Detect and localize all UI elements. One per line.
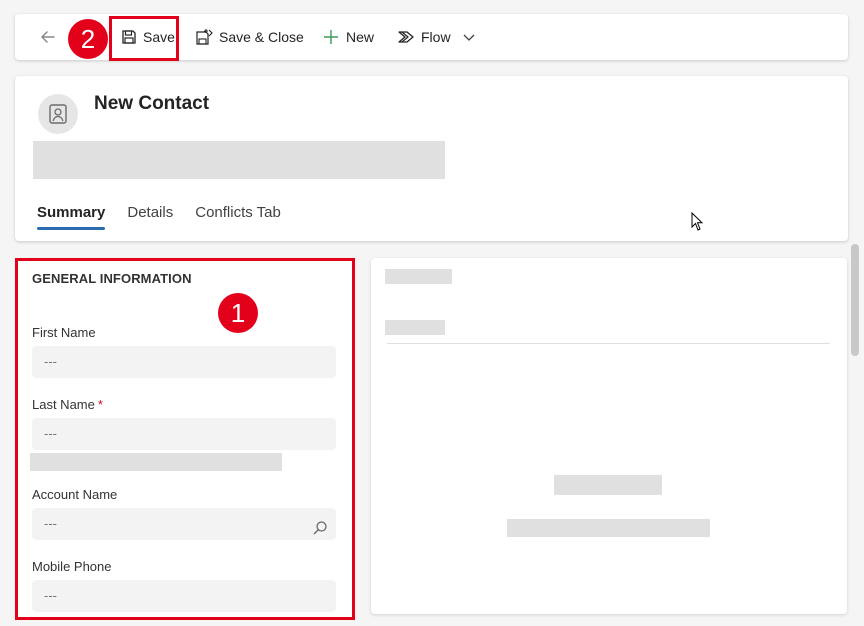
- last-name-label-text: Last Name: [32, 397, 95, 412]
- last-name-value: ---: [44, 426, 57, 441]
- annotation-badge-2: 2: [68, 19, 108, 59]
- lookup-search-button[interactable]: [312, 516, 328, 548]
- flow-icon: [398, 31, 414, 43]
- first-name-label: First Name: [32, 325, 96, 340]
- last-name-field[interactable]: ---: [32, 418, 336, 450]
- skeleton-block: [554, 475, 662, 495]
- account-name-label: Account Name: [32, 487, 118, 502]
- first-name-field[interactable]: ---: [32, 346, 336, 378]
- form-skeleton-placeholder: [30, 453, 282, 471]
- annotation-badge-1: 1: [218, 293, 258, 333]
- first-name-value: ---: [44, 354, 57, 369]
- mobile-phone-field[interactable]: ---: [32, 580, 336, 612]
- save-highlight-box: [109, 16, 179, 61]
- skeleton-line: [385, 269, 452, 284]
- badge-1-number: 1: [230, 297, 246, 328]
- header-skeleton-placeholder: [33, 141, 445, 179]
- arrow-left-icon: [40, 31, 55, 43]
- required-marker: *: [97, 397, 103, 412]
- flow-button[interactable]: Flow: [397, 25, 451, 49]
- save-and-close-button[interactable]: Save & Close: [195, 25, 304, 49]
- vertical-scrollbar[interactable]: [851, 244, 859, 356]
- back-button[interactable]: [39, 28, 57, 46]
- tab-list: Summary Details Conflicts Tab: [37, 204, 303, 230]
- tab-details[interactable]: Details: [127, 204, 173, 221]
- page-title: New Contact: [94, 93, 210, 114]
- tab-conflicts[interactable]: Conflicts Tab: [195, 204, 281, 221]
- new-label: New: [346, 29, 375, 45]
- mouse-cursor-icon: [691, 212, 704, 231]
- divider: [387, 343, 830, 344]
- skeleton-line: [385, 320, 445, 335]
- new-button[interactable]: New: [322, 25, 374, 49]
- chevron-down-icon: [463, 34, 475, 41]
- search-icon: [313, 521, 327, 535]
- mobile-phone-label: Mobile Phone: [32, 559, 112, 574]
- section-title: GENERAL INFORMATION: [32, 271, 192, 286]
- loading-panel: [371, 258, 847, 614]
- contact-avatar-icon: [49, 104, 67, 124]
- avatar: [38, 94, 78, 134]
- account-name-value: ---: [44, 516, 57, 531]
- tab-summary[interactable]: Summary: [37, 204, 106, 230]
- save-close-icon: [196, 29, 213, 45]
- record-header: New Contact Summary Details Conflicts Ta…: [15, 76, 848, 241]
- flow-dropdown-button[interactable]: [462, 25, 482, 49]
- skeleton-block: [507, 519, 710, 537]
- flow-label: Flow: [421, 29, 451, 45]
- general-information-section: GENERAL INFORMATION First Name --- Last …: [15, 258, 355, 620]
- badge-2-number: 2: [80, 23, 96, 54]
- account-name-field[interactable]: ---: [32, 508, 336, 540]
- plus-icon: [324, 30, 338, 44]
- save-close-label: Save & Close: [219, 29, 304, 45]
- last-name-label: Last Name *: [32, 397, 103, 412]
- mobile-phone-value: ---: [44, 588, 57, 603]
